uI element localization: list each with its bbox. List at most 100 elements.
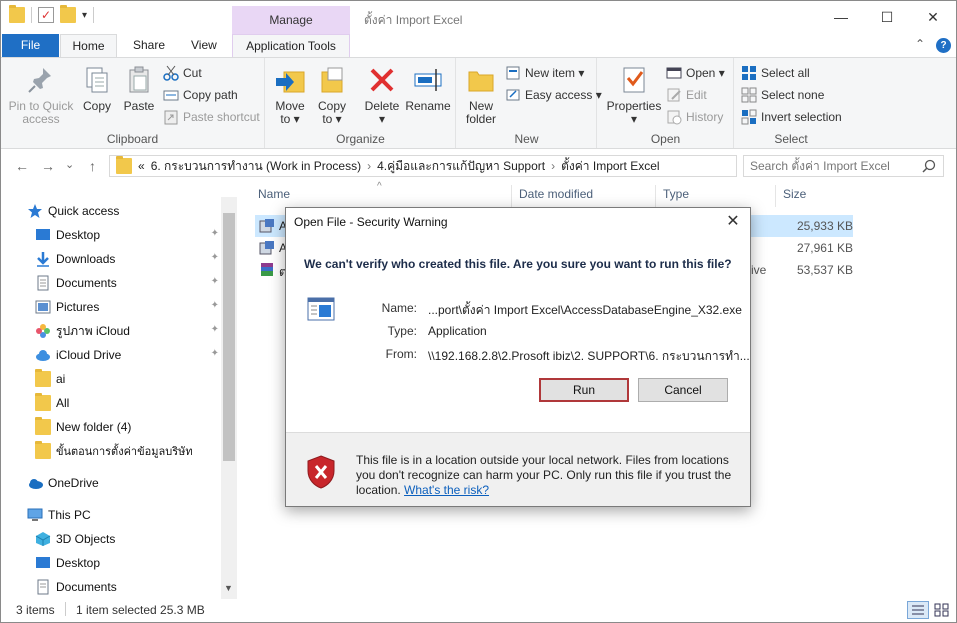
close-button[interactable]: ✕ (910, 1, 956, 33)
copy-button[interactable]: Copy (77, 64, 117, 113)
easy-access-button[interactable]: Easy access ▾ (505, 86, 602, 104)
history-icon (666, 109, 682, 125)
divider (93, 7, 95, 23)
whats-the-risk-link[interactable]: What's the risk? (404, 483, 489, 497)
breadcrumb-overflow[interactable]: « (138, 159, 145, 173)
installer-icon (259, 240, 275, 259)
security-warning-dialog: Open File - Security Warning ✕ We can't … (285, 207, 751, 507)
run-button[interactable]: Run (539, 378, 629, 402)
cut-button[interactable]: Cut (163, 64, 202, 82)
pin-icon[interactable]: ✦ (211, 228, 219, 239)
rename-button[interactable]: Rename (404, 64, 452, 113)
tab-share[interactable]: Share (121, 34, 177, 58)
copy-path-button[interactable]: Copy path (163, 86, 238, 104)
open-group-label: Open (650, 132, 681, 146)
nav-pictures[interactable]: Pictures ✦ (35, 296, 221, 318)
search-input[interactable]: Search ตั้งค่า Import Excel (743, 155, 944, 177)
column-type[interactable]: Type (663, 187, 689, 201)
dialog-warning-area: This file is in a location outside your … (286, 432, 750, 506)
dialog-close-button[interactable]: ✕ (722, 208, 744, 236)
pin-icon[interactable]: ✦ (211, 348, 219, 359)
nav-label: Documents (56, 276, 117, 290)
pin-label-2: access (22, 112, 60, 126)
move-to-icon (274, 64, 306, 96)
pin-icon[interactable]: ✦ (211, 300, 219, 311)
paste-shortcut-button[interactable]: Paste shortcut (163, 108, 260, 126)
up-button[interactable]: ↑ (89, 158, 96, 174)
pin-icon[interactable]: ✦ (211, 252, 219, 263)
pin-icon[interactable]: ✦ (211, 276, 219, 287)
details-view-icon[interactable] (907, 601, 929, 619)
select-none-button[interactable]: Select none (741, 86, 824, 104)
history-button[interactable]: History (666, 108, 723, 126)
nav-label: Documents (56, 580, 117, 594)
minimize-button[interactable]: — (818, 1, 864, 33)
copy-icon (81, 64, 113, 96)
column-divider[interactable] (655, 185, 656, 207)
invert-selection-button[interactable]: Invert selection (741, 108, 842, 126)
forward-button[interactable]: → (41, 158, 55, 174)
select-all-button[interactable]: Select all (741, 64, 810, 82)
folder-icon[interactable] (9, 5, 25, 23)
properties-icon[interactable]: ✓ (38, 7, 54, 23)
copy-to-icon (316, 64, 348, 96)
recent-locations-button[interactable]: ⌄ (65, 158, 74, 171)
customize-qat-icon[interactable]: ▾ (82, 10, 87, 21)
name-value: ...port\ตั้งค่า Import Excel\AccessDatab… (428, 303, 742, 317)
manage-context-label[interactable]: Manage (232, 6, 350, 34)
breadcrumb-separator[interactable]: › (367, 159, 371, 173)
nav-documents[interactable]: Documents ✦ (35, 272, 221, 294)
column-name[interactable]: Name (258, 187, 290, 201)
tab-view[interactable]: View (179, 34, 229, 58)
pin-to-quick-access-button[interactable]: Pin to Quick access (7, 64, 75, 126)
pin-icon[interactable]: ✦ (211, 324, 219, 335)
move-to-button[interactable]: Move to ▾ (272, 64, 308, 126)
properties-button[interactable]: Properties ▾ (604, 64, 664, 126)
onedrive-icon (27, 475, 43, 491)
nav-folder-steps[interactable]: ขั้นตอนการตั้งค่าข้อมูลบริษัท (35, 440, 221, 462)
tab-home[interactable]: Home (60, 34, 117, 58)
large-icons-view-icon[interactable] (933, 602, 951, 621)
breadcrumb-separator[interactable]: › (551, 159, 555, 173)
paste-button[interactable]: Paste (119, 64, 159, 113)
nav-quick-access[interactable]: Quick access (27, 200, 247, 222)
column-date-modified[interactable]: Date modified (519, 187, 593, 201)
breadcrumb[interactable]: « 6. กระบวนการทำงาน (Work in Process) › … (109, 155, 737, 177)
help-icon[interactable]: ? (936, 38, 951, 53)
nav-icloud-photos[interactable]: รูปภาพ iCloud ✦ (35, 320, 221, 342)
tab-file[interactable]: File (2, 34, 59, 58)
collapse-ribbon-icon[interactable]: ⌃ (915, 37, 925, 51)
nav-onedrive[interactable]: OneDrive (27, 472, 247, 494)
cancel-button[interactable]: Cancel (638, 378, 728, 402)
cut-label: Cut (183, 66, 202, 80)
nav-icloud-drive[interactable]: iCloud Drive ✦ (35, 344, 221, 366)
search-icon[interactable] (922, 159, 936, 176)
breadcrumb-item[interactable]: 6. กระบวนการทำงาน (Work in Process) (151, 157, 361, 176)
nav-label: Quick access (48, 204, 120, 218)
nav-scrollbar-thumb[interactable] (223, 213, 235, 461)
back-button[interactable]: ← (15, 158, 29, 174)
delete-button[interactable]: Delete ▾ (362, 64, 402, 126)
column-size[interactable]: Size (783, 187, 806, 201)
nav-desktop[interactable]: Desktop ✦ (35, 224, 221, 246)
column-divider[interactable] (775, 185, 776, 207)
select-group: Select all Select none Invert selection … (735, 58, 847, 148)
scroll-down-icon[interactable]: ▼ (224, 583, 233, 593)
new-folder-button[interactable]: New folder (461, 64, 501, 126)
breadcrumb-item[interactable]: ตั้งค่า Import Excel (561, 157, 659, 176)
new-item-button[interactable]: New item ▾ (505, 64, 584, 82)
breadcrumb-item[interactable]: 4.คู่มือและการแก้ปัญหา Support (377, 157, 545, 176)
edit-button[interactable]: Edit (666, 86, 707, 104)
tab-application-tools[interactable]: Application Tools (232, 34, 350, 58)
nav-this-pc[interactable]: This PC (27, 504, 247, 526)
nav-label: Pictures (56, 300, 100, 314)
nav-downloads[interactable]: Downloads ✦ (35, 248, 221, 270)
edit-icon (666, 87, 682, 103)
open-button[interactable]: Open ▾ (666, 64, 725, 82)
nav-label: iCloud Drive (56, 348, 122, 362)
open-group: Properties ▾ Open ▾ Edit History Open (598, 58, 734, 148)
new-folder-icon[interactable] (60, 5, 76, 23)
maximize-button[interactable]: ☐ (864, 1, 910, 33)
column-divider[interactable] (511, 185, 512, 207)
copy-to-button[interactable]: Copy to ▾ (314, 64, 350, 126)
